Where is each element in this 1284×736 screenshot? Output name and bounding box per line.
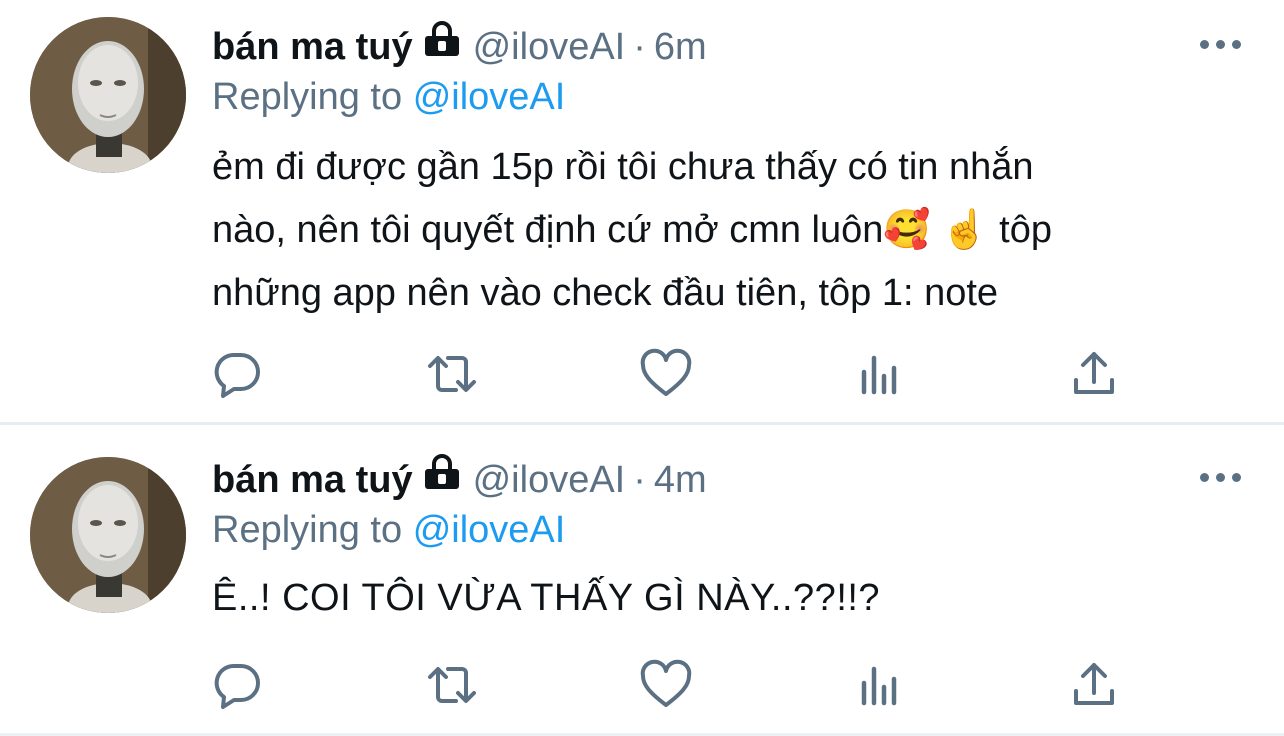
share-icon[interactable] bbox=[1066, 657, 1122, 713]
tweet-header: bán ma tuý @iloveAI · 4m bbox=[212, 450, 707, 510]
lock-icon bbox=[423, 448, 461, 508]
tweet-text: Ê..! COI TÔI VỪA THẤY GÌ NÀY..??!!? bbox=[212, 573, 1222, 623]
analytics-icon[interactable] bbox=[852, 346, 908, 402]
retweet-icon[interactable] bbox=[424, 657, 480, 713]
more-icon[interactable] bbox=[1200, 470, 1242, 484]
display-name[interactable]: bán ma tuý bbox=[212, 26, 413, 68]
display-name[interactable]: bán ma tuý bbox=[212, 459, 413, 501]
tweet-actions bbox=[0, 346, 1284, 402]
tweet-actions bbox=[0, 657, 1284, 713]
timestamp[interactable]: 6m bbox=[654, 26, 707, 68]
tweet-header: bán ma tuý @iloveAI · 6m bbox=[212, 17, 707, 77]
tweet-text-line: nào, nên tôi quyết định cứ mở cmn luôn🥰 … bbox=[212, 209, 1052, 251]
separator: · bbox=[633, 26, 646, 68]
tweet-text-line: ẻm đi được gần 15p rồi tôi chưa thấy có … bbox=[212, 146, 1034, 188]
replying-prefix: Replying to bbox=[212, 509, 403, 551]
tweet[interactable]: bán ma tuý @iloveAI · 6m Replying to @ilove… bbox=[0, 0, 1284, 422]
like-icon[interactable] bbox=[638, 346, 694, 402]
replying-handle-link[interactable]: @iloveAI bbox=[413, 76, 566, 118]
tweet-text-line: những app nên vào check đầu tiên, tôp 1:… bbox=[212, 272, 999, 314]
replying-to: Replying to @iloveAI bbox=[212, 72, 565, 122]
tweet-text-line: Ê..! COI TÔI VỪA THẤY GÌ NÀY..??!!? bbox=[212, 577, 881, 619]
handle[interactable]: @iloveAI bbox=[473, 459, 626, 501]
avatar[interactable] bbox=[30, 457, 186, 613]
avatar[interactable] bbox=[30, 17, 186, 173]
retweet-icon[interactable] bbox=[424, 346, 480, 402]
replying-handle-link[interactable]: @iloveAI bbox=[413, 509, 566, 551]
handle[interactable]: @iloveAI bbox=[473, 26, 626, 68]
tweet-text: ẻm đi được gần 15p rồi tôi chưa thấy có … bbox=[212, 136, 1222, 325]
timestamp[interactable]: 4m bbox=[654, 459, 707, 501]
analytics-icon[interactable] bbox=[852, 657, 908, 713]
more-icon[interactable] bbox=[1200, 37, 1242, 51]
tweet[interactable]: bán ma tuý @iloveAI · 4m Replying to @ilove… bbox=[0, 425, 1284, 736]
reply-icon[interactable] bbox=[210, 346, 266, 402]
replying-to: Replying to @iloveAI bbox=[212, 505, 565, 555]
share-icon[interactable] bbox=[1066, 346, 1122, 402]
reply-icon[interactable] bbox=[210, 657, 266, 713]
separator: · bbox=[633, 459, 646, 501]
replying-prefix: Replying to bbox=[212, 76, 403, 118]
lock-icon bbox=[423, 15, 461, 75]
like-icon[interactable] bbox=[638, 657, 694, 713]
